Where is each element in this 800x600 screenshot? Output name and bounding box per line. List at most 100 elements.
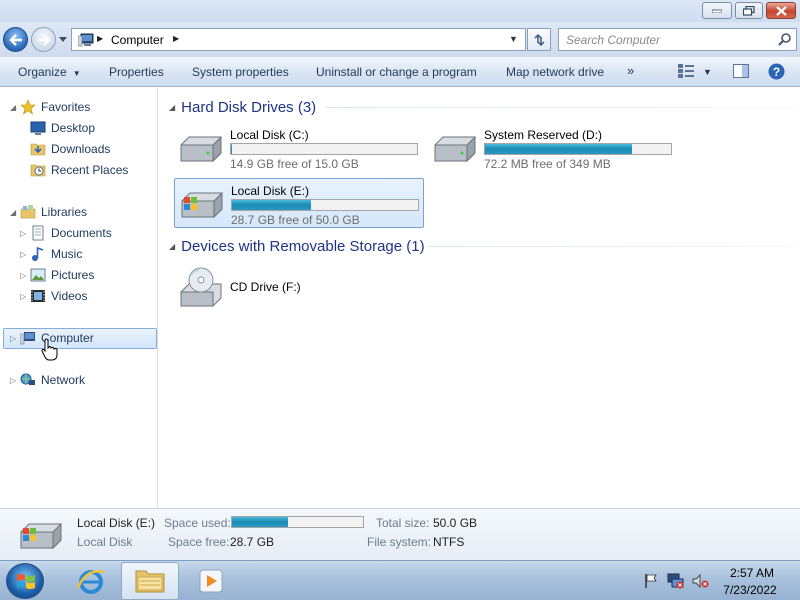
tree-item-network[interactable]: ▷ Network [0,370,158,390]
start-button[interactable] [6,563,44,599]
space-used-label: Space used: [164,516,231,530]
group-divider [427,246,795,247]
recent-places-icon [30,164,46,177]
drive-usage-fill [485,144,632,154]
change-view-button[interactable] [678,64,694,81]
clock-date[interactable]: 7/23/2022 [716,583,784,597]
back-button[interactable] [3,27,28,52]
tree-label: Pictures [51,268,95,282]
view-options-icon [678,64,694,78]
breadcrumb-separator-icon[interactable]: ▶ [173,34,179,43]
breadcrumb-computer[interactable]: Computer [111,33,164,47]
map-network-drive-button[interactable]: Map network drive [506,65,604,79]
drive-usage-fill [232,200,312,210]
hard-drive-icon [180,135,222,163]
group-divider [325,107,795,108]
drive-e-tile[interactable]: Local Disk (E:) 28.7 GB free of 50.0 GB [174,178,424,228]
drive-free-space: 28.7 GB free of 50.0 GB [231,213,360,227]
tree-item-favorites[interactable]: ◢ Favorites [0,97,158,117]
minimize-button[interactable] [702,2,732,19]
media-player-icon [199,569,223,593]
folder-icon [135,570,165,593]
computer-icon [20,332,35,345]
cd-drive-icon [180,267,222,307]
breadcrumb-separator-icon[interactable]: ▶ [97,34,103,43]
tree-item-pictures[interactable]: ▷ Pictures [0,265,158,285]
taskbar-internet-explorer[interactable] [62,562,120,600]
drive-free-space: 14.9 GB free of 15.0 GB [230,157,359,171]
tree-label: Libraries [41,205,88,219]
details-pane: Local Disk (E:) Local Disk Space used: S… [0,508,800,560]
windows-drive-icon [20,522,62,550]
help-button[interactable]: ? [768,63,785,83]
uninstall-program-button[interactable]: Uninstall or change a program [316,65,477,79]
tree-item-downloads[interactable]: Downloads [0,139,158,159]
network-tray-icon[interactable] [667,573,685,589]
taskbar-media-player[interactable] [182,562,240,600]
internet-explorer-icon [76,570,105,594]
collapsed-arrow-icon[interactable]: ▷ [20,271,26,280]
collapsed-arrow-icon[interactable]: ▷ [20,250,26,259]
windows-logo-icon [17,574,35,589]
collapsed-arrow-icon[interactable]: ▷ [10,376,16,385]
forward-button[interactable] [31,27,56,52]
collapsed-arrow-icon[interactable]: ▷ [20,292,26,301]
tree-label: Favorites [41,100,91,114]
tree-item-libraries[interactable]: ◢ Libraries [0,202,158,222]
desktop-icon [30,121,46,135]
drive-f-tile[interactable]: CD Drive (F:) [174,263,424,313]
taskbar-windows-explorer[interactable] [121,562,179,600]
preview-pane-button[interactable] [733,64,749,81]
refresh-button[interactable] [527,28,551,51]
file-system-label: File system: [367,535,432,549]
search-icon[interactable] [778,32,792,46]
hand-cursor-icon [41,338,58,361]
expanded-arrow-icon[interactable]: ◢ [10,208,16,217]
pictures-icon [30,268,46,282]
view-dropdown-icon[interactable]: ▼ [703,67,712,77]
close-button[interactable] [766,2,796,19]
preview-pane-icon [733,64,749,78]
tree-item-music[interactable]: ▷ Music [0,244,158,264]
videos-icon [31,290,45,302]
taskbar: 2:57 AM 7/23/2022 [0,560,800,600]
expanded-arrow-icon[interactable]: ◢ [169,103,175,112]
restore-button[interactable] [735,2,763,19]
clock-time[interactable]: 2:57 AM [722,566,782,580]
group-header-hard-disk-drives[interactable]: ◢ Hard Disk Drives (3) [169,97,316,117]
address-bar[interactable]: ▶ Computer ▶ ▼ [71,28,526,51]
collapsed-arrow-icon[interactable]: ▷ [20,229,26,238]
action-center-flag-icon[interactable] [643,573,659,589]
expanded-arrow-icon[interactable]: ◢ [169,242,175,251]
tree-label: Documents [51,226,112,240]
address-history-dropdown-icon[interactable]: ▼ [509,34,518,44]
details-drive-type: Local Disk [77,535,133,549]
title-bar [0,0,800,22]
search-input[interactable]: Search Computer [558,28,797,51]
group-header-removable-storage[interactable]: ◢ Devices with Removable Storage (1) [169,236,425,256]
drive-usage-bar [230,143,418,155]
tree-item-documents[interactable]: ▷ Documents [0,223,158,243]
svg-text:?: ? [773,65,780,79]
details-usage-fill [232,517,288,527]
expanded-arrow-icon[interactable]: ◢ [10,103,16,112]
properties-button[interactable]: Properties [109,65,164,79]
recent-pages-dropdown-icon[interactable] [58,34,68,44]
volume-muted-icon[interactable] [692,573,710,589]
tree-item-recent-places[interactable]: Recent Places [0,160,158,180]
tree-label: Music [51,247,83,261]
system-properties-button[interactable]: System properties [192,65,289,79]
space-free-value: 28.7 GB [230,535,275,549]
tree-label: Downloads [51,142,111,156]
more-commands-button[interactable]: » [627,63,634,78]
tree-item-videos[interactable]: ▷ Videos [0,286,158,306]
organize-button[interactable]: Organize ▼ [18,65,81,79]
tree-item-computer[interactable]: ▷ Computer [0,328,158,348]
file-system-value: NTFS [433,535,465,549]
minimize-icon [712,9,722,13]
drive-d-tile[interactable]: System Reserved (D:) 72.2 MB free of 349… [428,123,678,173]
collapsed-arrow-icon[interactable]: ▷ [10,334,16,343]
drive-c-tile[interactable]: Local Disk (C:) 14.9 GB free of 15.0 GB [174,123,424,173]
tree-item-desktop[interactable]: Desktop [0,118,158,138]
content-pane: ◢ Hard Disk Drives (3) Local Disk (C:) 1… [159,88,800,508]
